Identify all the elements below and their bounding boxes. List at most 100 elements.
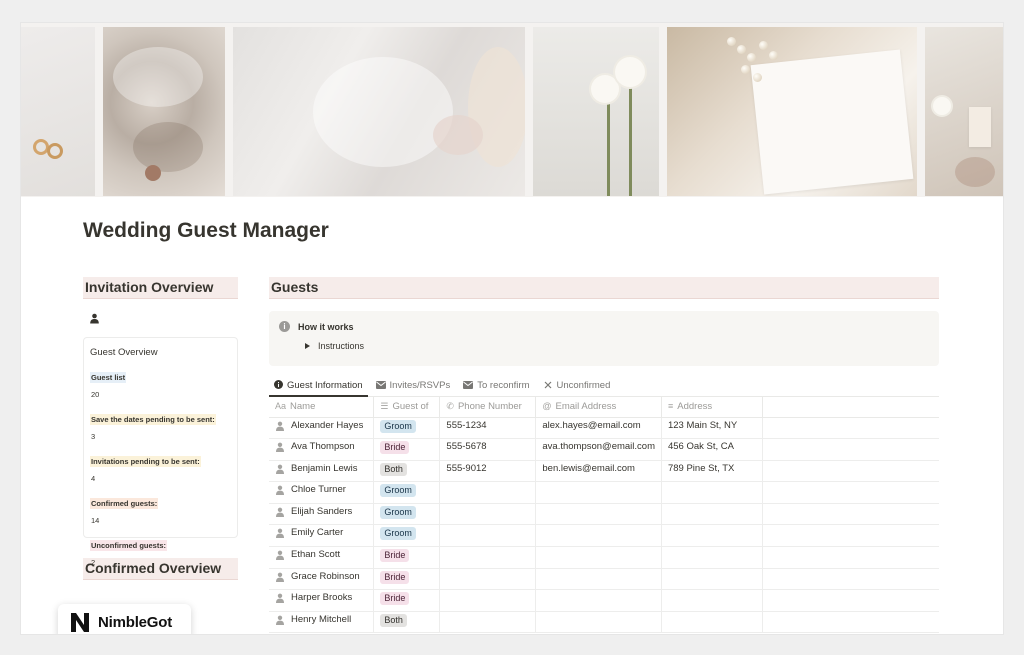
empty-cell xyxy=(762,546,939,569)
guest-of-cell[interactable]: Groom xyxy=(373,481,441,504)
table-row[interactable]: Elijah Sanders Groom xyxy=(269,503,939,526)
address-cell[interactable]: 123 Main St, NY xyxy=(661,417,763,440)
person-icon[interactable] xyxy=(89,311,238,329)
phone-cell[interactable] xyxy=(439,481,537,504)
guest-of-cell[interactable]: Groom xyxy=(373,524,441,548)
phone-cell[interactable] xyxy=(439,546,537,569)
guest-of-cell[interactable]: Both xyxy=(373,611,441,634)
email-cell[interactable] xyxy=(535,589,662,612)
name-cell[interactable]: Ethan Scott xyxy=(269,546,375,569)
guest-of-cell[interactable]: Bride xyxy=(373,546,441,569)
person-icon xyxy=(275,442,285,453)
name-cell[interactable]: Harper Brooks xyxy=(269,589,375,612)
name-cell[interactable]: Ava Thompson xyxy=(269,438,375,461)
guest-overview-title: Guest Overview xyxy=(90,347,158,358)
address-cell[interactable] xyxy=(661,524,763,548)
guests-heading: Guests xyxy=(269,277,939,299)
table-row[interactable]: Chloe Turner Groom xyxy=(269,481,939,504)
guest-of-cell[interactable]: Bride xyxy=(373,568,441,591)
guest-name: Benjamin Lewis xyxy=(291,462,358,474)
email-cell[interactable] xyxy=(535,546,662,569)
column-header-address[interactable]: ≡ Address xyxy=(661,397,763,418)
table-row[interactable]: Ava Thompson Bride 555-5678 ava.thompson@em… xyxy=(269,438,939,461)
column-header-empty xyxy=(762,397,939,418)
person-icon xyxy=(275,507,285,517)
page-title: Wedding Guest Manager xyxy=(83,219,329,242)
tab-to-reconfirm[interactable]: To reconfirm xyxy=(459,375,534,396)
info-icon: i xyxy=(279,321,290,332)
column-header-guest-of[interactable]: ☰ Guest of xyxy=(373,397,441,418)
guest-of-tag: Bride xyxy=(380,570,410,584)
email-cell[interactable]: alex.hayes@email.com xyxy=(535,417,662,440)
phone-cell[interactable] xyxy=(439,611,537,634)
tab-guest-information[interactable]: Guest Information xyxy=(269,375,368,397)
guest-of-cell[interactable]: Bride xyxy=(373,589,441,612)
instructions-toggle[interactable]: Instructions xyxy=(305,341,929,351)
tab-label: Unconfirmed xyxy=(556,380,611,391)
column-header-phone[interactable]: ✆ Phone Number xyxy=(439,397,537,418)
text-type-icon: Aa xyxy=(275,401,287,412)
email-cell[interactable] xyxy=(535,568,662,591)
table-row[interactable]: Ethan Scott Bride xyxy=(269,546,939,569)
phone-cell[interactable]: 555-1234 xyxy=(439,417,537,440)
address-cell[interactable] xyxy=(661,503,763,526)
phone-cell[interactable] xyxy=(439,524,537,548)
phone-cell[interactable]: 555-9012 xyxy=(439,460,537,483)
table-row[interactable]: Henry Mitchell Both xyxy=(269,611,939,634)
phone-cell[interactable] xyxy=(439,568,537,591)
address-cell[interactable] xyxy=(661,589,763,612)
envelope-icon xyxy=(375,380,386,391)
address-cell[interactable]: 456 Oak St, CA xyxy=(661,438,763,461)
guest-table: Aa Name ☰ Guest of ✆ Phone Number @ Email Ad… xyxy=(269,397,939,634)
name-cell[interactable]: Benjamin Lewis xyxy=(269,460,375,483)
address-cell[interactable] xyxy=(661,546,763,569)
cover-photo-roses xyxy=(533,27,659,196)
email-cell[interactable] xyxy=(535,481,662,504)
name-cell[interactable]: Henry Mitchell xyxy=(269,611,375,634)
address-cell[interactable] xyxy=(661,611,763,634)
tab-invites-rsvps[interactable]: Invites/RSVPs xyxy=(372,375,456,396)
tab-label: To reconfirm xyxy=(477,380,530,391)
email-cell[interactable] xyxy=(535,611,662,634)
stat-value-invitations: 4 xyxy=(91,474,96,483)
table-row[interactable]: Benjamin Lewis Both 555-9012 ben.lewis@emai… xyxy=(269,460,939,483)
guest-of-cell[interactable]: Groom xyxy=(373,417,441,440)
name-cell[interactable]: Emily Carter xyxy=(269,524,375,548)
phone-icon: ✆ xyxy=(446,401,454,412)
table-row[interactable]: Emily Carter Groom xyxy=(269,524,939,548)
email-cell[interactable] xyxy=(535,524,662,548)
phone-cell[interactable] xyxy=(439,503,537,526)
guest-of-cell[interactable]: Both xyxy=(373,460,441,483)
tab-label: Guest Information xyxy=(287,380,363,391)
name-cell[interactable]: Grace Robinson xyxy=(269,568,375,591)
confirmed-overview-heading: Confirmed Overview xyxy=(83,558,238,580)
tab-unconfirmed[interactable]: Unconfirmed xyxy=(539,375,616,396)
guest-name: Henry Mitchell xyxy=(291,613,352,625)
email-cell[interactable] xyxy=(535,503,662,526)
guest-of-cell[interactable]: Groom xyxy=(373,503,441,526)
phone-cell[interactable] xyxy=(439,589,537,612)
name-cell[interactable]: Chloe Turner xyxy=(269,481,375,504)
email-cell[interactable]: ben.lewis@email.com xyxy=(535,460,662,483)
name-cell[interactable]: Alexander Hayes xyxy=(269,417,375,440)
address-cell[interactable] xyxy=(661,568,763,591)
column-header-email[interactable]: @ Email Address xyxy=(535,397,662,418)
email-cell[interactable]: ava.thompson@email.com xyxy=(535,438,662,461)
guest-of-cell[interactable]: Bride xyxy=(373,438,441,461)
empty-cell xyxy=(762,589,939,612)
column-header-name[interactable]: Aa Name xyxy=(269,397,375,418)
address-cell[interactable]: 789 Pine St, TX xyxy=(661,460,763,483)
table-row[interactable]: Grace Robinson Bride xyxy=(269,568,939,591)
empty-cell xyxy=(762,524,939,548)
phone-cell[interactable]: 555-5678 xyxy=(439,438,537,461)
name-cell[interactable]: Elijah Sanders xyxy=(269,503,375,526)
table-row[interactable]: Alexander Hayes Groom 555-1234 alex.hayes@e… xyxy=(269,417,939,440)
tab-label: Invites/RSVPs xyxy=(389,380,451,391)
table-row[interactable]: Harper Brooks Bride xyxy=(269,589,939,612)
empty-cell xyxy=(762,568,939,591)
guest-of-tag: Groom xyxy=(380,419,416,433)
address-cell[interactable] xyxy=(661,481,763,504)
empty-cell xyxy=(762,438,939,461)
triangle-right-icon[interactable] xyxy=(305,343,310,349)
guest-name: Chloe Turner xyxy=(291,484,346,496)
